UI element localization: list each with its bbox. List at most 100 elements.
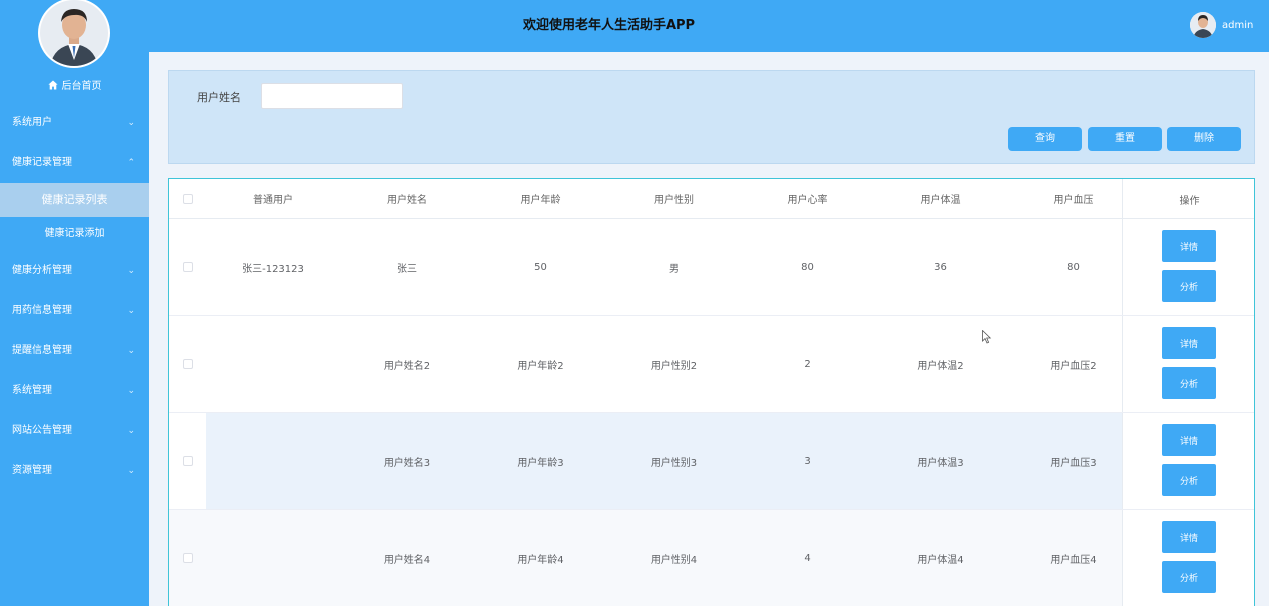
table-row: 用户姓名3 用户年龄3 用户性别3 3 用户体温3 用户血压3 详情 分析 — [169, 413, 1254, 510]
reset-button[interactable]: 重置 — [1088, 127, 1162, 151]
sidebar-item-label: 健康记录管理 — [12, 157, 72, 168]
analyze-button[interactable]: 分析 — [1162, 464, 1216, 496]
sidebar-item-system-users[interactable]: 系统用户 ⌄ — [0, 103, 149, 143]
table-row: 用户姓名4 用户年龄4 用户性别4 4 用户体温4 用户血压4 详情 分析 — [169, 510, 1254, 606]
row-checkbox[interactable] — [182, 456, 193, 466]
row-checkbox[interactable] — [182, 359, 193, 369]
cell-age: 用户年龄4 — [517, 554, 564, 566]
user-avatar-icon — [1190, 12, 1216, 38]
row-actions: 详情 分析 — [1122, 510, 1254, 606]
sidebar-item-label: 系统管理 — [12, 385, 52, 396]
sidebar-item-label: 系统用户 — [12, 117, 52, 128]
analyze-button[interactable]: 分析 — [1162, 270, 1216, 302]
cell-blood-pressure: 用户血压4 — [1050, 554, 1097, 566]
analyze-button[interactable]: 分析 — [1162, 367, 1216, 399]
chevron-down-icon: ⌄ — [127, 118, 135, 128]
cell-gender: 男 — [669, 263, 679, 275]
col-header-actions: 操作 — [1122, 179, 1254, 219]
col-header-user: 普通用户 — [253, 195, 293, 206]
sidebar-item-reminders[interactable]: 提醒信息管理 ⌄ — [0, 331, 149, 371]
cell-heart-rate: 80 — [801, 261, 814, 273]
row-select-cell — [169, 316, 206, 412]
col-header-name: 用户姓名 — [387, 195, 427, 206]
sidebar-item-label: 资源管理 — [12, 465, 52, 476]
cell-temperature: 用户体温3 — [917, 457, 964, 469]
select-all-checkbox[interactable] — [182, 193, 193, 204]
sidebar-home[interactable]: 后台首页 — [0, 77, 149, 92]
sidebar-item-label: 健康分析管理 — [12, 265, 72, 276]
page-title: 欢迎使用老年人生活助手APP — [522, 18, 696, 33]
cell-heart-rate: 2 — [804, 358, 811, 370]
sidebar-item-health-analysis[interactable]: 健康分析管理 ⌄ — [0, 251, 149, 291]
sidebar-menu: 系统用户 ⌄ 健康记录管理 ⌃ 健康记录列表 健康记录添加 健康分析管理 ⌄ 用… — [0, 103, 149, 491]
cell-name: 用户姓名3 — [383, 457, 431, 469]
sidebar-subitem-record-list[interactable]: 健康记录列表 — [0, 183, 149, 217]
cell-temperature: 36 — [934, 261, 947, 273]
sidebar-avatar[interactable] — [40, 0, 108, 66]
cell-name: 用户姓名2 — [383, 360, 431, 372]
chevron-down-icon: ⌄ — [127, 426, 135, 436]
cell-name: 用户姓名4 — [383, 554, 431, 566]
row-select-cell — [169, 413, 206, 509]
username-search-input[interactable] — [261, 83, 403, 109]
row-checkbox[interactable] — [182, 262, 193, 272]
table-row: 用户姓名2 用户年龄2 用户性别2 2 用户体温2 用户血压2 详情 分析 — [169, 316, 1254, 413]
row-actions: 详情 分析 — [1122, 316, 1254, 412]
top-header: 欢迎使用老年人生活助手APP admin — [149, 0, 1269, 52]
chevron-up-icon: ⌃ — [127, 158, 135, 168]
mouse-cursor-icon — [982, 330, 992, 344]
chevron-down-icon: ⌄ — [127, 386, 135, 396]
row-actions: 详情 分析 — [1122, 219, 1254, 315]
detail-button[interactable]: 详情 — [1162, 424, 1216, 456]
table-header: 普通用户 用户姓名 用户年龄 用户性别 用户心率 用户体温 用户血压 操作 — [169, 179, 1254, 219]
chevron-down-icon: ⌄ — [127, 346, 135, 356]
detail-button[interactable]: 详情 — [1162, 327, 1216, 359]
cell-user — [206, 413, 340, 509]
detail-button[interactable]: 详情 — [1162, 521, 1216, 553]
table-row: 张三-123123 张三 50 男 80 36 80 详情 分析 — [169, 219, 1254, 316]
cell-blood-pressure: 80 — [1067, 261, 1080, 273]
col-header-heart-rate: 用户心率 — [787, 195, 828, 206]
user-name[interactable]: admin — [1222, 20, 1253, 31]
chevron-down-icon: ⌄ — [127, 266, 135, 276]
sidebar-item-health-records[interactable]: 健康记录管理 ⌃ — [0, 143, 149, 183]
chevron-down-icon: ⌄ — [127, 466, 135, 476]
cell-age: 用户年龄3 — [517, 457, 564, 469]
sidebar-item-system-management[interactable]: 系统管理 ⌄ — [0, 371, 149, 411]
search-label: 用户姓名 — [197, 91, 241, 104]
delete-button[interactable]: 删除 — [1167, 127, 1241, 151]
col-header-temperature: 用户体温 — [920, 195, 961, 206]
row-select-cell — [169, 510, 206, 606]
cell-age: 用户年龄2 — [517, 360, 564, 372]
sidebar-item-label: 提醒信息管理 — [12, 345, 72, 356]
sidebar: 后台首页 系统用户 ⌄ 健康记录管理 ⌃ 健康记录列表 健康记录添加 健康分析管… — [0, 0, 149, 606]
records-table: 普通用户 用户姓名 用户年龄 用户性别 用户心率 用户体温 用户血压 操作 张三… — [168, 178, 1255, 606]
cell-temperature: 用户体温4 — [917, 554, 964, 566]
cell-gender: 用户性别2 — [650, 360, 698, 372]
detail-button[interactable]: 详情 — [1162, 230, 1216, 262]
user-avatar[interactable] — [1190, 12, 1216, 38]
cell-blood-pressure: 用户血压3 — [1050, 457, 1097, 469]
cell-user: 张三-123123 — [242, 263, 304, 275]
sidebar-item-label: 网站公告管理 — [12, 425, 72, 436]
analyze-button[interactable]: 分析 — [1162, 561, 1216, 593]
cell-age: 50 — [534, 261, 547, 273]
row-actions: 详情 分析 — [1122, 413, 1254, 509]
sidebar-item-resources[interactable]: 资源管理 ⌄ — [0, 451, 149, 491]
query-button[interactable]: 查询 — [1008, 127, 1082, 151]
search-panel: 用户姓名 查询 重置 删除 — [168, 70, 1255, 164]
col-header-age: 用户年龄 — [520, 195, 561, 206]
cell-gender: 用户性别3 — [650, 457, 698, 469]
home-icon — [47, 80, 58, 90]
avatar-portrait-icon — [40, 0, 108, 66]
cell-name: 张三 — [397, 263, 417, 275]
row-checkbox[interactable] — [182, 553, 193, 563]
select-all-cell — [169, 179, 206, 218]
home-label: 后台首页 — [61, 81, 102, 92]
sidebar-item-announcements[interactable]: 网站公告管理 ⌄ — [0, 411, 149, 451]
cell-heart-rate: 3 — [804, 455, 811, 467]
sidebar-subitem-record-add[interactable]: 健康记录添加 — [0, 217, 149, 251]
cell-user — [206, 510, 340, 606]
sidebar-item-medication[interactable]: 用药信息管理 ⌄ — [0, 291, 149, 331]
row-select-cell — [169, 219, 206, 315]
